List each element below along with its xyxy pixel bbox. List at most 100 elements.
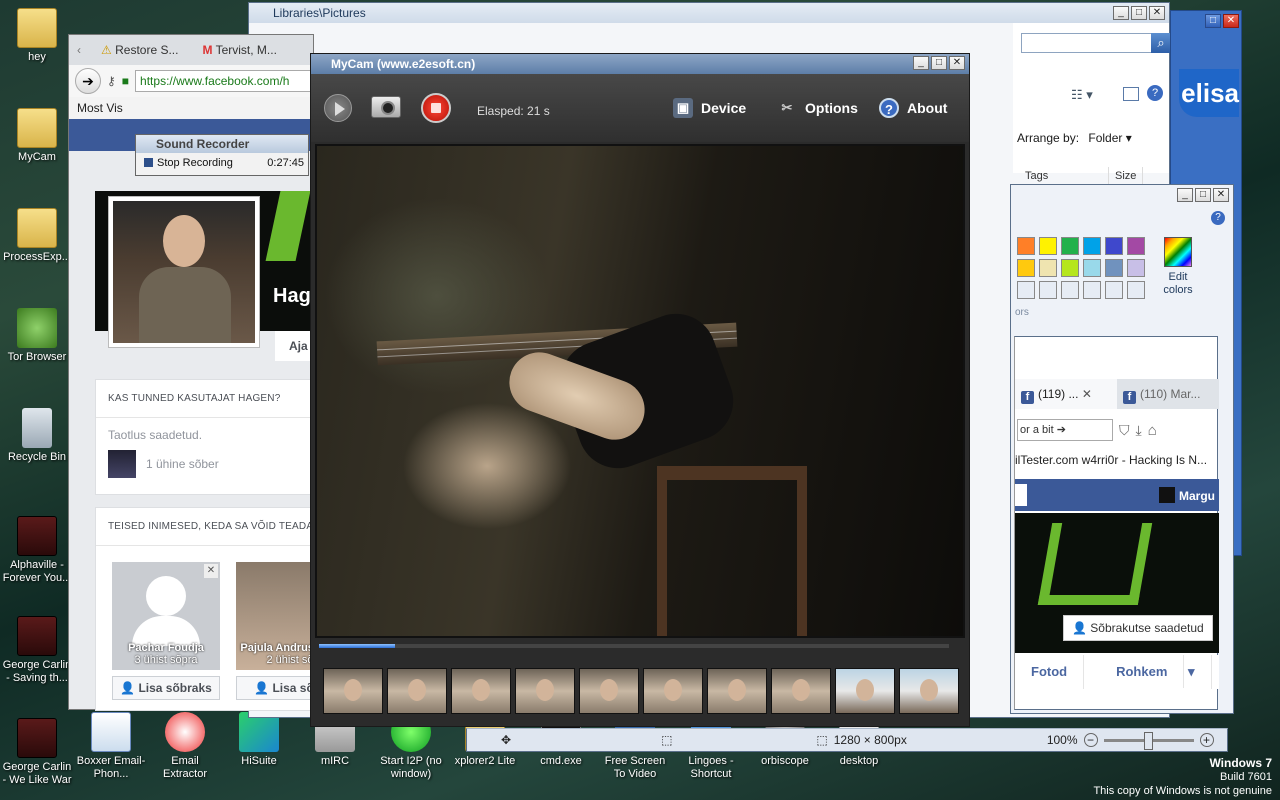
bookmarks-bar[interactable]: ilTester.com w4rri0r - Hacking Is N... <box>1015 453 1207 467</box>
desktop-icon-tor-browser[interactable]: Tor Browser <box>0 308 74 364</box>
color-swatch[interactable] <box>1061 281 1079 299</box>
close-icon[interactable]: ✕ <box>1223 14 1239 28</box>
color-swatch[interactable] <box>1017 259 1035 277</box>
arrange-by[interactable]: Arrange by: Folder ▾ <box>1017 131 1132 145</box>
help-icon[interactable]: ? <box>1147 85 1163 101</box>
desktop-icon-processexp[interactable]: ProcessExp... <box>0 208 74 264</box>
minimize-icon[interactable]: _ <box>1177 188 1193 202</box>
search-input[interactable] <box>1015 484 1027 506</box>
tab-restore[interactable]: ⚠ Restore S... <box>89 43 190 57</box>
nav-rohkem[interactable]: Rohkem ▾ <box>1084 655 1212 689</box>
color-swatch[interactable] <box>1127 281 1145 299</box>
snapshot-thumbnail[interactable] <box>899 668 959 714</box>
desktop-icon-recycle-bin[interactable]: Recycle Bin <box>0 408 74 464</box>
browser2-tab-2[interactable]: f (110) Mar... <box>1117 379 1219 409</box>
add-friend-button[interactable]: 👤 Lisa sõbraks <box>112 676 220 700</box>
mycam-window[interactable]: MyCam (www.e2esoft.cn) _ □ ✕ Elasped: 21… <box>310 53 970 727</box>
browser-window-right[interactable]: f (119) ... ✕ f (110) Mar... or a bit ➔ ⛉ … <box>1014 336 1219 710</box>
snapshot-thumbnail[interactable] <box>451 668 511 714</box>
user-name[interactable]: Margu <box>1179 489 1215 503</box>
zoom-out-icon[interactable]: − <box>1083 733 1098 747</box>
record-stop-button[interactable] <box>421 93 451 123</box>
play-button[interactable] <box>324 94 352 122</box>
back-button[interactable]: ➔ <box>75 68 101 94</box>
zoom-in-icon[interactable]: + <box>1199 733 1214 747</box>
close-tab-icon[interactable]: ✕ <box>1082 387 1092 401</box>
help-icon[interactable]: ? <box>1211 211 1225 225</box>
desktop-icon-george-carlin-1[interactable]: George Carlin - Saving th... <box>0 616 74 685</box>
color-swatch[interactable] <box>1083 281 1101 299</box>
home-icon[interactable]: ⌂ <box>1148 422 1157 439</box>
column-tags[interactable]: Tags <box>1019 167 1109 184</box>
desktop-icon-boxxer[interactable]: Boxxer Email-Phon... <box>74 712 148 781</box>
friend-request-sent-button[interactable]: 👤 Sõbrakutse saadetud <box>1063 615 1213 641</box>
snapshot-thumbnail[interactable] <box>387 668 447 714</box>
desktop-icon-george-carlin-2[interactable]: George Carlin - We Like War <box>0 718 74 787</box>
color-swatch[interactable] <box>1039 237 1057 255</box>
browser2-tab-1[interactable]: f (119) ... ✕ <box>1015 379 1117 409</box>
stop-recording-button[interactable]: Stop Recording <box>144 157 233 169</box>
snapshot-thumbnail[interactable] <box>707 668 767 714</box>
zoom-slider[interactable] <box>1103 731 1194 750</box>
color-swatch[interactable] <box>1127 237 1145 255</box>
tab-gmail[interactable]: M Tervist, M... <box>190 43 288 57</box>
color-swatch[interactable] <box>1017 281 1035 299</box>
desktop-icon-email-extractor[interactable]: Email Extractor <box>148 712 222 781</box>
desktop-icon-alphaville[interactable]: Alphaville - Forever You... <box>0 516 74 585</box>
desktop-icon-hey[interactable]: hey <box>0 8 74 64</box>
close-icon[interactable]: ✕ <box>949 56 965 70</box>
sound-recorder-window[interactable]: Sound Recorder Stop Recording 0:27:45 <box>135 134 309 176</box>
menu-about[interactable]: ? About <box>879 98 947 118</box>
snapshot-camera-button[interactable] <box>371 96 401 118</box>
maximize-icon[interactable]: □ <box>1195 188 1211 202</box>
recording-progress-bar[interactable] <box>319 644 949 648</box>
color-swatch[interactable] <box>1083 259 1101 277</box>
color-swatch[interactable] <box>1061 259 1079 277</box>
menu-options[interactable]: ✂ Options <box>777 98 858 118</box>
minimize-icon[interactable]: _ <box>913 56 929 70</box>
most-visited-link[interactable]: Most Vis <box>77 101 123 115</box>
profile-picture[interactable] <box>109 197 259 347</box>
color-swatch[interactable] <box>1039 281 1057 299</box>
maximize-icon[interactable]: □ <box>1205 14 1221 28</box>
color-swatch[interactable] <box>1083 237 1101 255</box>
snapshot-thumbnail[interactable] <box>515 668 575 714</box>
color-swatch[interactable] <box>1105 259 1123 277</box>
snapshot-thumbnail[interactable] <box>643 668 703 714</box>
close-icon[interactable]: ✕ <box>1213 188 1229 202</box>
color-swatch[interactable] <box>1017 237 1035 255</box>
snapshot-thumbnail[interactable] <box>835 668 895 714</box>
suggestion-card[interactable]: ✕ Pachar Foudja 3 ühist sõpra <box>112 562 220 670</box>
tab-scroll-left-icon[interactable]: ‹ <box>69 43 89 57</box>
url-bar[interactable]: https://www.facebook.com/h <box>135 70 313 92</box>
search-icon[interactable]: ⌕ <box>1151 33 1171 53</box>
snapshot-thumbnail[interactable] <box>323 668 383 714</box>
color-swatch[interactable] <box>1105 237 1123 255</box>
desktop-icon-mycam[interactable]: MyCam <box>0 108 74 164</box>
dismiss-icon[interactable]: ✕ <box>204 564 218 578</box>
minimize-icon[interactable]: _ <box>1113 6 1129 20</box>
download-icon[interactable]: ⤓ <box>1136 422 1142 439</box>
maximize-icon[interactable]: □ <box>1131 6 1147 20</box>
search-field[interactable]: or a bit ➔ <box>1017 419 1113 441</box>
color-swatch[interactable] <box>1039 259 1057 277</box>
menu-device[interactable]: ▣ Device <box>673 98 746 118</box>
color-swatch[interactable] <box>1061 237 1079 255</box>
color-swatch[interactable] <box>1105 281 1123 299</box>
timeline-tab[interactable]: Aja <box>275 331 315 361</box>
maximize-icon[interactable]: □ <box>931 56 947 70</box>
search-input[interactable] <box>1021 33 1153 53</box>
nav-fotod[interactable]: Fotod <box>1015 655 1085 689</box>
avatar[interactable] <box>1159 487 1175 503</box>
preview-pane-icon[interactable] <box>1123 87 1139 101</box>
color-swatch[interactable] <box>1127 259 1145 277</box>
edit-colors-button[interactable]: Edit colors <box>1153 237 1203 297</box>
mutual-friend-row[interactable]: 1 ühine sõber <box>96 448 314 480</box>
close-icon[interactable]: ✕ <box>1149 6 1165 20</box>
desktop-icon-hisuite[interactable]: HiSuite <box>222 712 296 768</box>
view-options-icon[interactable]: ☷ ▾ <box>1071 87 1093 103</box>
pocket-icon[interactable]: ⛉ <box>1119 422 1130 439</box>
snapshot-thumbnail[interactable] <box>771 668 831 714</box>
snapshot-thumbnail[interactable] <box>579 668 639 714</box>
column-size[interactable]: Size <box>1109 167 1144 184</box>
